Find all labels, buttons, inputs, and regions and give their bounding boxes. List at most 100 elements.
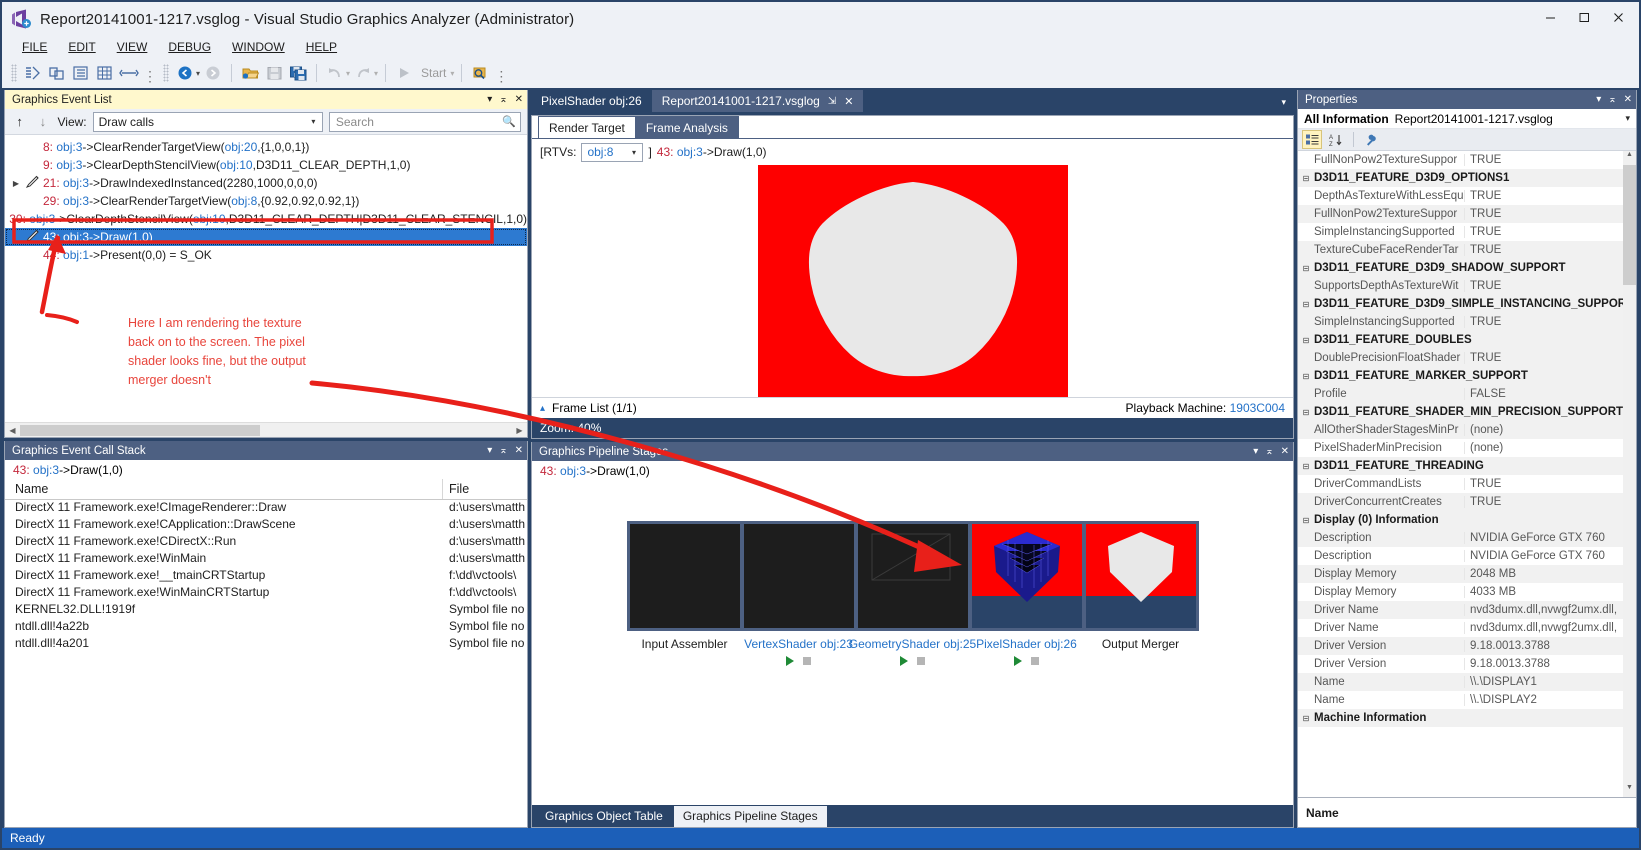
gel-event-row[interactable]: 9: obj:3->ClearDepthStencilView(obj:10,D…	[5, 156, 527, 174]
menu-view[interactable]: VIEW	[107, 38, 159, 56]
object-table-icon[interactable]	[94, 62, 116, 84]
pipeline-stages-icon[interactable]	[46, 62, 68, 84]
save-icon[interactable]	[263, 62, 285, 84]
toolbar-grip-1[interactable]	[11, 64, 17, 82]
table-row[interactable]: DirectX 11 Framework.exe!WinMain d:\users…	[5, 551, 527, 568]
collapse-toggle-icon[interactable]: ⊟	[1298, 462, 1314, 471]
tab-render-target[interactable]: Render Target	[538, 116, 636, 138]
properties-list[interactable]: FullNonPow2TextureSuppor TRUE ⊟ D3D11_FEATU…	[1298, 151, 1636, 797]
collapse-toggle-icon[interactable]: ⊟	[1298, 516, 1314, 525]
all-information-caret-icon[interactable]: ▾	[1625, 113, 1636, 124]
undo-icon[interactable]	[324, 62, 346, 84]
tab-overflow-caret-icon[interactable]: ▾	[1281, 97, 1294, 112]
gel-pin-icon[interactable]: ⌅	[499, 94, 507, 105]
tab-frame-analysis[interactable]: Frame Analysis	[634, 116, 739, 138]
gel-event-row[interactable]: 30: obj:3->ClearDepthStencilView(obj:10,…	[5, 210, 527, 228]
frame-list-collapse-icon[interactable]: ▴	[540, 403, 545, 414]
table-row[interactable]: DirectX 11 Framework.exe!CApplication::D…	[5, 517, 527, 534]
property-group-row[interactable]: ⊟ D3D11_FEATURE_DOUBLES	[1298, 331, 1636, 349]
call-stack-col-name[interactable]: Name	[5, 479, 443, 499]
collapse-toggle-icon[interactable]: ⊟	[1298, 408, 1314, 417]
search-icon[interactable]: 🔍	[502, 115, 516, 128]
graphics-event-list-icon[interactable]	[22, 62, 44, 84]
alphabetical-sort-icon[interactable]: AZ	[1326, 130, 1346, 149]
gel-scroll-track[interactable]	[20, 423, 512, 438]
toolbar-overflow-2[interactable]: ⋮	[494, 69, 508, 83]
table-row[interactable]: ntdll.dll!4a201 Symbol file no	[5, 636, 527, 653]
pipeline-stage[interactable]: Output Merger	[1067, 521, 1215, 651]
menu-help[interactable]: HELP	[296, 38, 348, 56]
gps-dropdown-icon[interactable]: ▾	[1253, 446, 1258, 457]
gel-event-row[interactable]: ▶ 21: obj:3->DrawIndexedInstanced(2280,10…	[5, 174, 527, 192]
gel-search-input[interactable]: Search 🔍	[328, 111, 521, 132]
gel-event-row[interactable]: 44: obj:1->Present(0,0) = S_OK	[5, 246, 527, 264]
property-row[interactable]: Description NVIDIA GeForce GTX 760	[1298, 547, 1636, 565]
rtv-select[interactable]: obj:8 ▾	[581, 142, 644, 162]
gel-scroll-left-icon[interactable]: ◀	[5, 426, 20, 435]
redo-caret-icon[interactable]: ▾	[374, 69, 378, 78]
collapse-toggle-icon[interactable]: ⊟	[1298, 174, 1314, 183]
props-scroll-up-icon[interactable]: ▲	[1623, 151, 1636, 164]
cs-dropdown-icon[interactable]: ▾	[487, 445, 492, 456]
property-row[interactable]: Driver Name nvd3dumx.dll,nvwgf2umx.dll,	[1298, 619, 1636, 637]
chevron-down-icon[interactable]: ▾	[305, 117, 322, 126]
play-icon[interactable]	[1014, 656, 1022, 666]
play-icon[interactable]	[900, 656, 908, 666]
search-toolbar-icon[interactable]	[469, 62, 491, 84]
gel-event-rows[interactable]: 8: obj:3->ClearRenderTargetView(obj:20,{…	[5, 135, 527, 422]
playback-machine-value[interactable]: 1903C004	[1230, 401, 1285, 415]
gel-prev-event-button[interactable]: ↑	[11, 114, 28, 129]
tab-pin-icon[interactable]: ⇲	[828, 96, 836, 107]
collapse-toggle-icon[interactable]: ⊟	[1298, 300, 1314, 309]
table-row[interactable]: DirectX 11 Framework.exe!CImageRenderer:…	[5, 500, 527, 517]
stop-icon[interactable]	[1031, 657, 1039, 665]
maximize-button[interactable]	[1567, 4, 1601, 30]
chevron-down-icon[interactable]: ▾	[625, 148, 642, 157]
pipeline-stage-label[interactable]: VertexShader obj:23	[744, 637, 853, 651]
tab-graphics-pipeline-stages[interactable]: Graphics Pipeline Stages	[673, 805, 827, 827]
expand-chevron-icon[interactable]: ▶	[9, 179, 23, 188]
property-row[interactable]: FullNonPow2TextureSuppor TRUE	[1298, 205, 1636, 223]
render-target-canvas[interactable]	[532, 165, 1293, 397]
save-all-icon[interactable]	[287, 62, 309, 84]
cs-pin-icon[interactable]: ⌅	[499, 445, 507, 456]
property-group-row[interactable]: ⊟ D3D11_FEATURE_MARKER_SUPPORT	[1298, 367, 1636, 385]
pipeline-stage-thumbnail[interactable]	[740, 521, 857, 631]
property-pages-icon[interactable]	[1361, 130, 1381, 149]
property-row[interactable]: Driver Name nvd3dumx.dll,nvwgf2umx.dll,	[1298, 601, 1636, 619]
property-group-row[interactable]: ⊟ D3D11_FEATURE_THREADING	[1298, 457, 1636, 475]
gel-event-row[interactable]: 43: obj:3->Draw(1,0)	[5, 228, 527, 246]
event-call-stack-icon[interactable]	[70, 62, 92, 84]
navigate-forward-icon[interactable]	[202, 62, 224, 84]
stop-icon[interactable]	[803, 657, 811, 665]
cs-close-icon[interactable]: ✕	[515, 445, 523, 456]
toolbar-overflow-1[interactable]: ⋮	[143, 69, 157, 83]
props-scroll-thumb[interactable]	[1623, 165, 1636, 285]
property-row[interactable]: SupportsDepthAsTextureWit TRUE	[1298, 277, 1636, 295]
property-row[interactable]: DriverConcurrentCreates TRUE	[1298, 493, 1636, 511]
property-row[interactable]: FullNonPow2TextureSuppor TRUE	[1298, 151, 1636, 169]
start-label[interactable]: Start	[417, 66, 450, 80]
gel-horizontal-scrollbar[interactable]: ◀ ▶	[5, 422, 527, 437]
toolbar-grip-2[interactable]	[163, 64, 169, 82]
pipeline-stage-thumbnail[interactable]	[968, 521, 1085, 631]
document-tab-pixelshader[interactable]: PixelShader obj:26	[531, 90, 652, 112]
stop-icon[interactable]	[917, 657, 925, 665]
props-pin-icon[interactable]: ⌅	[1608, 94, 1616, 105]
gel-scroll-thumb[interactable]	[20, 424, 260, 436]
redo-icon[interactable]	[352, 62, 374, 84]
property-group-row[interactable]: ⊟ D3D11_FEATURE_SHADER_MIN_PRECISION_SUPP…	[1298, 403, 1636, 421]
property-row[interactable]: SimpleInstancingSupported TRUE	[1298, 313, 1636, 331]
props-close-icon[interactable]: ✕	[1624, 94, 1632, 105]
gel-event-row[interactable]: 29: obj:3->ClearRenderTargetView(obj:8,{…	[5, 192, 527, 210]
property-row[interactable]: Display Memory 4033 MB	[1298, 583, 1636, 601]
gel-scroll-right-icon[interactable]: ▶	[512, 426, 527, 435]
table-row[interactable]: DirectX 11 Framework.exe!CDirectX::Run d:…	[5, 534, 527, 551]
table-row[interactable]: DirectX 11 Framework.exe!__tmainCRTStart…	[5, 568, 527, 585]
gel-view-select[interactable]: Draw calls ▾	[92, 111, 323, 132]
property-row[interactable]: TextureCubeFaceRenderTar TRUE	[1298, 241, 1636, 259]
menu-window[interactable]: WINDOW	[222, 38, 296, 56]
property-row[interactable]: Driver Version 9.18.0013.3788	[1298, 637, 1636, 655]
minimize-button[interactable]	[1533, 4, 1567, 30]
gps-close-icon[interactable]: ✕	[1281, 446, 1289, 457]
